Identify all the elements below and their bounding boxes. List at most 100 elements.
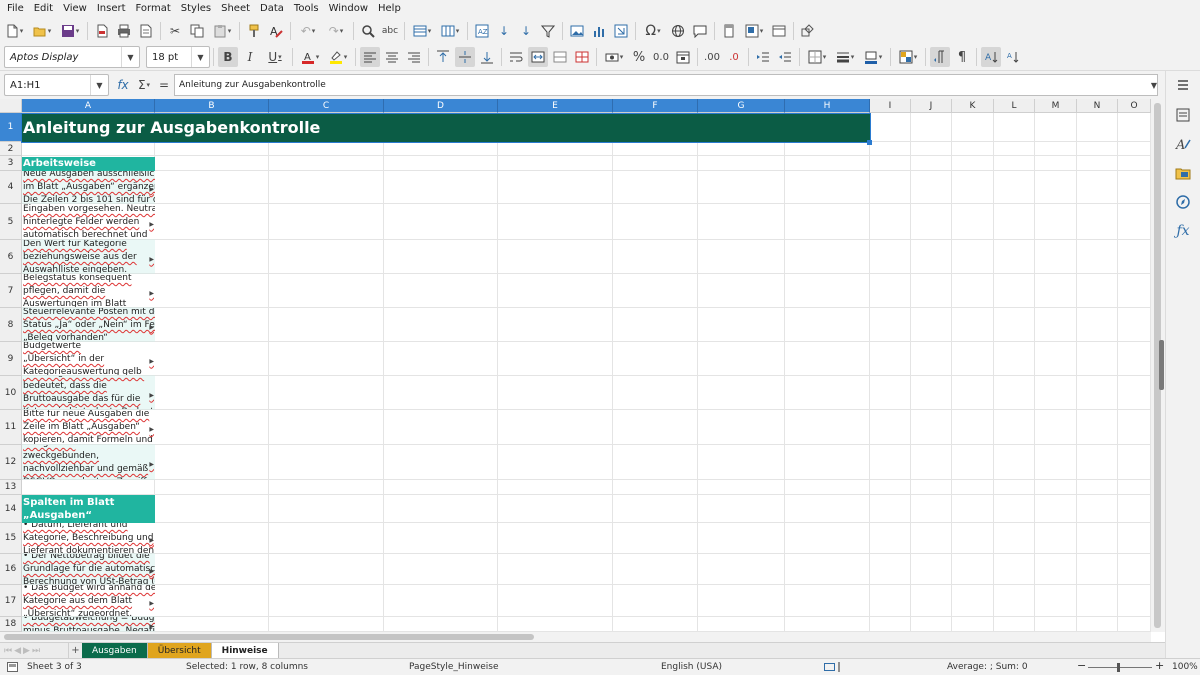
sort-descending-icon[interactable]: ↓ — [516, 21, 536, 41]
zoom-slider-handle[interactable] — [1117, 663, 1120, 672]
menu-format[interactable]: Format — [131, 0, 176, 17]
font-name-select[interactable]: Aptos Display ▼ — [4, 46, 140, 68]
column-header-f[interactable]: F — [613, 99, 698, 113]
zoom-level[interactable]: 100% — [1172, 662, 1198, 672]
print-preview-icon[interactable] — [136, 21, 156, 41]
text-vertical-icon[interactable]: A — [981, 47, 1001, 67]
italic-button[interactable]: I — [240, 47, 260, 67]
clear-formatting-icon[interactable]: A — [266, 21, 286, 41]
number-format-icon[interactable]: 0.0 — [651, 47, 671, 67]
column-header-l[interactable]: L — [994, 99, 1035, 113]
row-header-1[interactable]: 1 — [0, 113, 22, 142]
spreadsheet-grid[interactable]: ABCDEFGHIJKLMNO 1 2 3 4 5 6 7 8 9 10 11 12 13 14 15 16 1… — [0, 99, 1165, 632]
row-header-2[interactable]: 2 — [0, 142, 22, 156]
formula-input[interactable]: Anleitung zur Ausgabenkontrolle — [174, 74, 1158, 96]
decrease-indent-icon[interactable] — [775, 47, 795, 67]
show-draw-icon[interactable] — [798, 21, 818, 41]
formula-equals-icon[interactable]: = — [157, 75, 171, 95]
sheet-nav-buttons[interactable]: ⏮ ◀ ▶ ⏭ — [0, 643, 68, 658]
instruction-cell-16[interactable]: • Der Nettobetrag bildet die Grundlage fü… — [22, 554, 155, 585]
sidebar-splitter-handle[interactable] — [1159, 340, 1164, 390]
column-header-m[interactable]: M — [1035, 99, 1077, 113]
comment-icon[interactable] — [690, 21, 710, 41]
menu-insert[interactable]: Insert — [92, 0, 131, 17]
hamburger-menu-icon[interactable] — [1173, 75, 1193, 95]
border-color-icon[interactable]: ▾ — [860, 47, 886, 67]
align-top-icon[interactable] — [433, 47, 453, 67]
instruction-cell-5[interactable]: Eingaben vorgesehen. Neutral hinterlegte … — [22, 204, 155, 240]
row-header-8[interactable]: 8 — [0, 308, 22, 342]
chevron-down-icon[interactable]: ▼ — [121, 47, 139, 67]
column-header-e[interactable]: E — [498, 99, 613, 113]
column-header-d[interactable]: D — [384, 99, 498, 113]
hyperlink-icon[interactable] — [668, 21, 688, 41]
row-header-15[interactable]: 15 — [0, 523, 22, 554]
instruction-cell-15[interactable]: • Datum, Lieferant und Kategorie, Beschre… — [22, 523, 155, 554]
row-header-4[interactable]: 4 — [0, 171, 22, 204]
function-wizard-icon[interactable]: fx — [115, 75, 131, 95]
font-size-select[interactable]: 18 pt ▼ — [146, 46, 210, 68]
select-all-corner[interactable] — [0, 99, 22, 113]
instruction-cell-12[interactable]: Belege sindzweckgebunden,nachvollziehbar… — [22, 445, 155, 480]
instruction-cell-11[interactable]: Bitte für neue Ausgaben die Zeile im Blat… — [22, 410, 155, 445]
row-header-14[interactable]: 14 — [0, 495, 22, 523]
autofilter-icon[interactable] — [538, 21, 558, 41]
selection-handle[interactable] — [867, 140, 872, 145]
sum-icon[interactable]: Σ ▾ — [133, 75, 155, 95]
special-character-icon[interactable]: Ω ▾ — [640, 21, 666, 41]
align-right-icon[interactable] — [404, 47, 424, 67]
chart-icon[interactable] — [589, 21, 609, 41]
first-sheet-icon[interactable]: ⏮ — [4, 646, 12, 656]
row-header-5[interactable]: 5 — [0, 204, 22, 240]
last-sheet-icon[interactable]: ⏭ — [32, 646, 40, 656]
column-header-k[interactable]: K — [952, 99, 994, 113]
menu-file[interactable]: File — [2, 0, 29, 17]
add-sheet-button[interactable]: + — [68, 643, 82, 658]
borders-icon[interactable]: ▾ — [804, 47, 830, 67]
column-header-c[interactable]: C — [269, 99, 384, 113]
column-header-a[interactable]: A — [22, 99, 155, 113]
row-header-12[interactable]: 12 — [0, 445, 22, 480]
unmerge-cells-icon[interactable] — [572, 47, 592, 67]
date-format-icon[interactable] — [673, 47, 693, 67]
wrap-text-icon[interactable] — [506, 47, 526, 67]
zoom-in-icon[interactable]: + — [1155, 659, 1164, 672]
add-decimal-icon[interactable]: .00 — [702, 47, 722, 67]
sort-ascending-icon[interactable]: ↓ — [494, 21, 514, 41]
define-print-area-icon[interactable]: ▾ — [741, 21, 767, 41]
undo-icon[interactable]: ↶ ▾ — [295, 21, 321, 41]
freeze-icon[interactable] — [769, 21, 789, 41]
font-color-button[interactable]: A ▾ — [297, 47, 323, 67]
section-heading-arbeitsweise[interactable]: Arbeitsweise — [22, 157, 155, 171]
chevron-down-icon[interactable]: ▼ — [191, 47, 209, 67]
redo-icon[interactable]: ↷ ▾ — [323, 21, 349, 41]
instruction-cell-18[interactable]: • Budgetabweichung = Budget minus Bruttoa… — [22, 617, 155, 632]
chevron-down-icon[interactable]: ▼ — [90, 75, 108, 95]
cut-icon[interactable]: ✂ — [165, 21, 185, 41]
zoom-slider[interactable] — [1088, 667, 1152, 668]
menu-tools[interactable]: Tools — [289, 0, 324, 17]
tab-hinweise[interactable]: Hinweise — [211, 643, 279, 658]
title-cell[interactable]: Anleitung zur Ausgabenkontrolle — [21, 113, 871, 143]
delete-decimal-icon[interactable]: .0 — [724, 47, 744, 67]
header-footer-icon[interactable] — [719, 21, 739, 41]
expand-formula-icon[interactable]: ▼ — [1146, 75, 1162, 95]
column-header-g[interactable]: G — [698, 99, 785, 113]
center-vertically-icon[interactable] — [455, 47, 475, 67]
menu-edit[interactable]: Edit — [29, 0, 58, 17]
menu-sheet[interactable]: Sheet — [216, 0, 255, 17]
find-replace-icon[interactable] — [358, 21, 378, 41]
row-header-3[interactable]: 3 — [0, 156, 22, 171]
row-header-10[interactable]: 10 — [0, 376, 22, 410]
selection-mode-icon[interactable] — [824, 662, 844, 675]
row-header-13[interactable]: 13 — [0, 480, 22, 495]
conditional-format-icon[interactable]: ▾ — [895, 47, 921, 67]
paste-icon[interactable]: ▾ — [209, 21, 235, 41]
instruction-cell-9[interactable]: Budgetwerte „Übersicht“ in der Kategorieau… — [22, 342, 155, 376]
open-icon[interactable]: ▾ — [29, 21, 55, 41]
document-modified-icon[interactable] — [7, 662, 18, 675]
new-icon[interactable]: ▾ — [1, 21, 27, 41]
page-style[interactable]: PageStyle_Hinweise — [409, 662, 499, 672]
align-bottom-icon[interactable] — [477, 47, 497, 67]
menu-window[interactable]: Window — [324, 0, 373, 17]
